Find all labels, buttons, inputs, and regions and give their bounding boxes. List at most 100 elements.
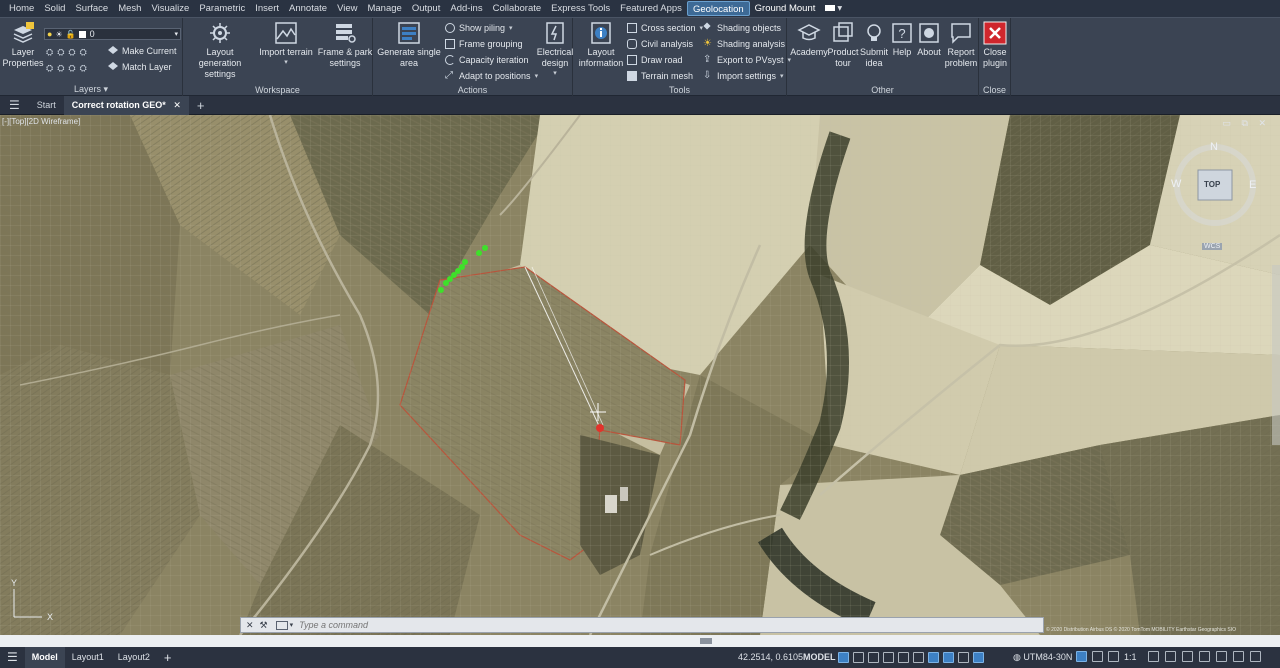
tab-mesh[interactable]: Mesh bbox=[113, 1, 146, 16]
layer-tool-icons[interactable]: ⛭⛭⛭⛭ bbox=[46, 47, 91, 58]
tab-insert[interactable]: Insert bbox=[250, 1, 284, 16]
frame-grouping-button[interactable]: Frame grouping bbox=[445, 37, 523, 51]
layer-tool-icons-2[interactable]: ⛭⛭⛭⛭ bbox=[46, 63, 91, 74]
workspace-switcher[interactable]: ▾ bbox=[820, 1, 847, 16]
tab-surface[interactable]: Surface bbox=[70, 1, 113, 16]
tab-add-ins[interactable]: Add-ins bbox=[445, 1, 487, 16]
tab-featured-apps[interactable]: Featured Apps bbox=[615, 1, 687, 16]
ortho-toggle-icon[interactable] bbox=[868, 652, 879, 663]
plus-icon[interactable] bbox=[1165, 651, 1176, 662]
tab-home[interactable]: Home bbox=[4, 1, 39, 16]
help-button[interactable]: ? Help bbox=[889, 21, 915, 58]
customization-menu-icon[interactable] bbox=[1250, 651, 1261, 662]
tab-visualize[interactable]: Visualize bbox=[146, 1, 194, 16]
submit-idea-button[interactable]: Submit idea bbox=[859, 21, 889, 69]
export-pvsyst-button[interactable]: ⇪ Export to PVsyst ▾ bbox=[703, 53, 791, 67]
tab-geolocation[interactable]: Geolocation bbox=[686, 1, 750, 16]
terrain-mesh-button[interactable]: Terrain mesh bbox=[627, 69, 693, 83]
report-problem-button[interactable]: Report problem bbox=[943, 21, 979, 69]
tab-layout1[interactable]: Layout1 bbox=[65, 647, 111, 668]
import-settings-button[interactable]: ⇩ Import settings ▾ bbox=[703, 69, 784, 83]
electrical-design-button[interactable]: Electrical design ▾ bbox=[537, 21, 573, 77]
frame-park-settings-button[interactable]: Frame & park settings bbox=[317, 21, 373, 69]
make-current-button[interactable]: Make Current bbox=[108, 44, 177, 58]
tab-view[interactable]: View bbox=[332, 1, 362, 16]
compass-west: W bbox=[1171, 178, 1182, 190]
import-terrain-button[interactable]: Import terrain ▾ bbox=[259, 21, 313, 66]
polar-toggle-icon[interactable] bbox=[883, 652, 894, 663]
object-snap-tracking-icon[interactable] bbox=[913, 652, 924, 663]
viewport-label[interactable]: [-][Top][2D Wireframe] bbox=[2, 117, 80, 126]
drawing-viewport[interactable]: [-][Top][2D Wireframe] ▭ ⧉ ✕ N W E TOP W… bbox=[0, 115, 1280, 635]
layout-information-button[interactable]: Layout information bbox=[578, 21, 624, 69]
isolate-objects-icon[interactable] bbox=[1182, 651, 1193, 662]
snap-toggle-icon[interactable] bbox=[853, 652, 864, 663]
viewcube-top-face[interactable]: TOP bbox=[1204, 180, 1220, 189]
file-tab-active[interactable]: Correct rotation GEO* ✕ bbox=[63, 95, 189, 115]
shading-analysis-button[interactable]: ☀ Shading analysis bbox=[703, 37, 785, 51]
close-icon[interactable]: ✕ bbox=[246, 620, 254, 631]
annotation-visibility-icon[interactable] bbox=[958, 652, 969, 663]
tab-output[interactable]: Output bbox=[407, 1, 446, 16]
close-icon[interactable]: ✕ bbox=[173, 100, 181, 110]
capacity-iteration-button[interactable]: Capacity iteration bbox=[445, 53, 529, 67]
product-tour-button[interactable]: Product tour bbox=[827, 21, 859, 69]
command-prompt-icon[interactable] bbox=[275, 620, 288, 630]
layer-dropdown[interactable]: ● ☀ 🔓 0 ▾ bbox=[44, 28, 181, 40]
layers-group-title[interactable]: Layers ▾ bbox=[0, 84, 182, 95]
status-menu-icon[interactable]: ☰ bbox=[0, 647, 25, 668]
hamburger-menu-icon[interactable]: ☰ bbox=[0, 96, 29, 115]
coordinate-system-selector[interactable]: ◍ UTM84-30N bbox=[1013, 647, 1072, 668]
model-space-toggle[interactable]: MODEL bbox=[803, 647, 836, 668]
wcs-menu[interactable]: WCS bbox=[1202, 243, 1223, 250]
new-tab-plus-icon[interactable]: + bbox=[189, 96, 213, 115]
tab-parametric[interactable]: Parametric bbox=[194, 1, 250, 16]
wrench-icon[interactable]: ⚒ bbox=[260, 620, 268, 631]
clean-screen-icon[interactable] bbox=[1216, 651, 1227, 662]
shading-objects-button[interactable]: ⯁ Shading objects bbox=[703, 21, 781, 35]
gear-icon[interactable] bbox=[1148, 651, 1159, 662]
civil-analysis-button[interactable]: Civil analysis bbox=[627, 37, 693, 51]
svg-text:X: X bbox=[47, 612, 53, 622]
tab-solid[interactable]: Solid bbox=[39, 1, 70, 16]
horizontal-scrollbar[interactable] bbox=[0, 635, 1280, 647]
hardware-acceleration-icon[interactable] bbox=[1199, 651, 1210, 662]
tab-model[interactable]: Model bbox=[24, 647, 65, 668]
about-button[interactable]: About bbox=[915, 21, 943, 58]
annotation-scale-icon[interactable] bbox=[1076, 651, 1087, 662]
isodraft-toggle-icon[interactable] bbox=[898, 652, 909, 663]
layout-generation-settings-button[interactable]: Layout generation settings bbox=[185, 21, 255, 80]
add-layout-plus-icon[interactable]: + bbox=[157, 647, 179, 668]
cross-section-button[interactable]: Cross section ▾ bbox=[627, 21, 703, 35]
generate-single-area-button[interactable]: Generate single area bbox=[377, 21, 441, 69]
show-piling-button[interactable]: Show piling ▾ bbox=[445, 21, 513, 35]
object-snap-icon[interactable] bbox=[943, 652, 954, 663]
tab-collaborate[interactable]: Collaborate bbox=[488, 1, 547, 16]
annotation-scale-selector[interactable]: 1:1 bbox=[1124, 647, 1137, 668]
piling-icon bbox=[445, 23, 455, 33]
match-layer-button[interactable]: Match Layer bbox=[108, 60, 172, 74]
navigation-bar[interactable] bbox=[1272, 265, 1280, 445]
tab-layout2[interactable]: Layout2 bbox=[111, 647, 157, 668]
viewcube[interactable]: N W E TOP WCS bbox=[1160, 140, 1270, 250]
annotation-visibility-toggle-icon[interactable] bbox=[1108, 651, 1119, 662]
electrical-design-label: Electrical design bbox=[536, 47, 574, 68]
viewport-window-controls[interactable]: ▭ ⧉ ✕ bbox=[1223, 118, 1270, 129]
tab-ground-mount[interactable]: Ground Mount bbox=[750, 1, 821, 16]
annotation-autoscale-icon[interactable] bbox=[1092, 651, 1103, 662]
tab-express-tools[interactable]: Express Tools bbox=[546, 1, 615, 16]
tab-manage[interactable]: Manage bbox=[362, 1, 406, 16]
draw-road-button[interactable]: Draw road bbox=[627, 53, 683, 67]
file-tab-start[interactable]: Start bbox=[29, 96, 64, 115]
layer-properties-button[interactable]: Layer Properties bbox=[2, 21, 44, 69]
grid-toggle-icon[interactable] bbox=[838, 652, 849, 663]
academy-button[interactable]: Academy bbox=[790, 21, 828, 58]
tab-annotate[interactable]: Annotate bbox=[284, 1, 332, 16]
lineweight-toggle-icon[interactable] bbox=[928, 652, 939, 663]
location-pin-icon[interactable] bbox=[973, 652, 984, 663]
adapt-to-positions-button[interactable]: ⤢ Adapt to positions ▾ bbox=[445, 69, 538, 83]
close-plugin-button[interactable]: Close plugin bbox=[981, 21, 1009, 69]
command-input[interactable] bbox=[293, 620, 994, 630]
scrollbar-thumb[interactable] bbox=[700, 638, 712, 644]
full-screen-icon[interactable] bbox=[1233, 651, 1244, 662]
